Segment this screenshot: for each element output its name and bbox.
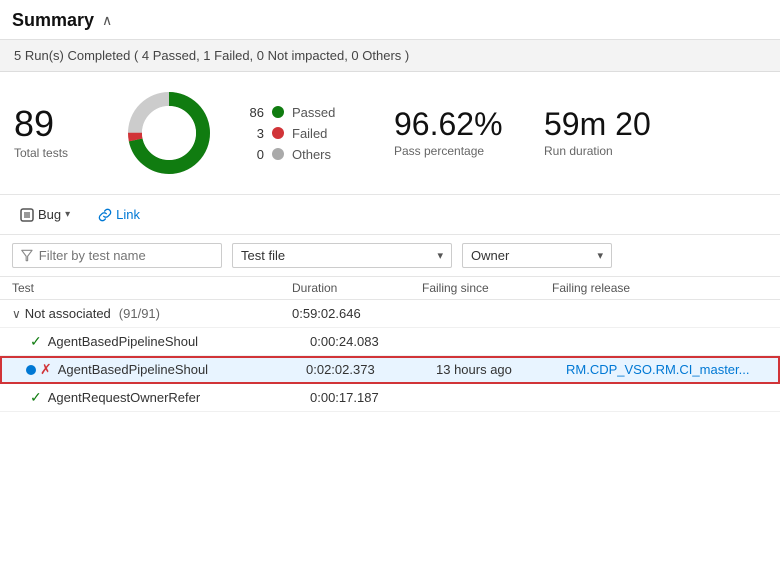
fail-icon: ✗ <box>40 361 52 378</box>
failed-count: 3 <box>244 126 264 141</box>
pass-icon: ✓ <box>30 333 42 350</box>
bug-button[interactable]: Bug ▾ <box>12 203 78 226</box>
run-duration: 59m 20 Run duration <box>544 108 651 158</box>
donut-svg <box>124 88 214 178</box>
owner-label: Owner <box>471 248 509 263</box>
test-name-cell: ✓ AgentBasedPipelineShoul <box>30 333 310 350</box>
blue-dot-indicator <box>26 365 36 375</box>
bug-label: Bug <box>38 207 61 222</box>
group-toggle[interactable]: ∨ Not associated (91/91) <box>12 306 292 321</box>
test-file-dropdown[interactable]: Test file ▾ <box>232 243 452 268</box>
passed-count: 86 <box>244 105 264 120</box>
table-body: ∨ Not associated (91/91) 0:59:02.646 ✓ A… <box>0 300 780 412</box>
owner-arrow: ▾ <box>597 249 603 262</box>
filter-input-wrap[interactable] <box>12 243 222 268</box>
passed-dot <box>272 106 284 118</box>
table-header: Test Duration Failing since Failing rele… <box>0 277 780 300</box>
collapse-icon[interactable]: ∧ <box>102 12 112 29</box>
table-row[interactable]: ✓ AgentRequestOwnerRefer 0:00:17.187 <box>0 384 780 412</box>
test-name-text: AgentBasedPipelineShoul <box>48 334 198 349</box>
run-duration-label: Run duration <box>544 144 651 158</box>
link-button[interactable]: Link <box>90 203 148 226</box>
group-chevron: ∨ <box>12 307 21 321</box>
others-count: 0 <box>244 147 264 162</box>
table-row[interactable]: ✗ AgentBasedPipelineShoul 0:02:02.373 13… <box>0 356 780 384</box>
pass-pct-number: 96.62% <box>394 108 514 140</box>
link-label: Link <box>116 207 140 222</box>
col-duration: Duration <box>292 281 422 295</box>
others-dot <box>272 148 284 160</box>
link-icon <box>98 208 112 222</box>
chart-legend: 86 Passed 3 Failed 0 Others <box>244 105 364 162</box>
failing-release-cell[interactable]: RM.CDP_VSO.RM.CI_master... <box>566 362 780 377</box>
test-file-label: Test file <box>241 248 285 263</box>
page-title: Summary <box>12 10 94 31</box>
total-tests-label: Total tests <box>14 146 94 160</box>
col-test: Test <box>12 281 292 295</box>
failing-release-link[interactable]: RM.CDP_VSO.RM.CI_master... <box>566 362 749 377</box>
filter-input[interactable] <box>39 248 213 263</box>
legend-others: 0 Others <box>244 147 364 162</box>
group-row[interactable]: ∨ Not associated (91/91) 0:59:02.646 <box>0 300 780 328</box>
failed-dot <box>272 127 284 139</box>
bug-dropdown-icon[interactable]: ▾ <box>65 209 70 220</box>
run-duration-number: 59m 20 <box>544 108 651 140</box>
test-name-text: AgentRequestOwnerRefer <box>48 390 200 405</box>
failed-label: Failed <box>292 126 327 141</box>
passed-label: Passed <box>292 105 335 120</box>
filter-row: Test file ▾ Owner ▾ <box>0 235 780 277</box>
table-row[interactable]: ✓ AgentBasedPipelineShoul 0:00:24.083 <box>0 328 780 356</box>
total-tests: 89 Total tests <box>14 106 94 160</box>
pass-icon: ✓ <box>30 389 42 406</box>
duration-cell: 0:00:24.083 <box>310 334 440 349</box>
filter-icon <box>21 249 33 262</box>
owner-dropdown[interactable]: Owner ▾ <box>462 243 612 268</box>
bug-icon <box>20 208 34 222</box>
group-count: (91/91) <box>119 306 160 321</box>
duration-cell: 0:00:17.187 <box>310 390 440 405</box>
page-header: Summary ∧ <box>0 0 780 40</box>
stats-row: 89 Total tests 86 Passed 3 Failed <box>0 72 780 195</box>
summary-banner: 5 Run(s) Completed ( 4 Passed, 1 Failed,… <box>0 40 780 72</box>
group-duration: 0:59:02.646 <box>292 306 422 321</box>
legend-failed: 3 Failed <box>244 126 364 141</box>
others-label: Others <box>292 147 331 162</box>
total-tests-number: 89 <box>14 106 94 142</box>
col-failing-since: Failing since <box>422 281 552 295</box>
pass-pct-label: Pass percentage <box>394 144 514 158</box>
donut-chart <box>124 88 214 178</box>
failing-since-cell: 13 hours ago <box>436 362 566 377</box>
toolbar: Bug ▾ Link <box>0 195 780 235</box>
legend-passed: 86 Passed <box>244 105 364 120</box>
pass-percentage: 96.62% Pass percentage <box>394 108 514 158</box>
test-name-text: AgentBasedPipelineShoul <box>58 362 208 377</box>
group-name: Not associated <box>25 306 111 321</box>
test-name-cell: ✓ AgentRequestOwnerRefer <box>30 389 310 406</box>
col-failing-release: Failing release <box>552 281 772 295</box>
test-file-arrow: ▾ <box>437 249 443 262</box>
test-name-cell: ✗ AgentBasedPipelineShoul <box>26 361 306 378</box>
duration-cell: 0:02:02.373 <box>306 362 436 377</box>
